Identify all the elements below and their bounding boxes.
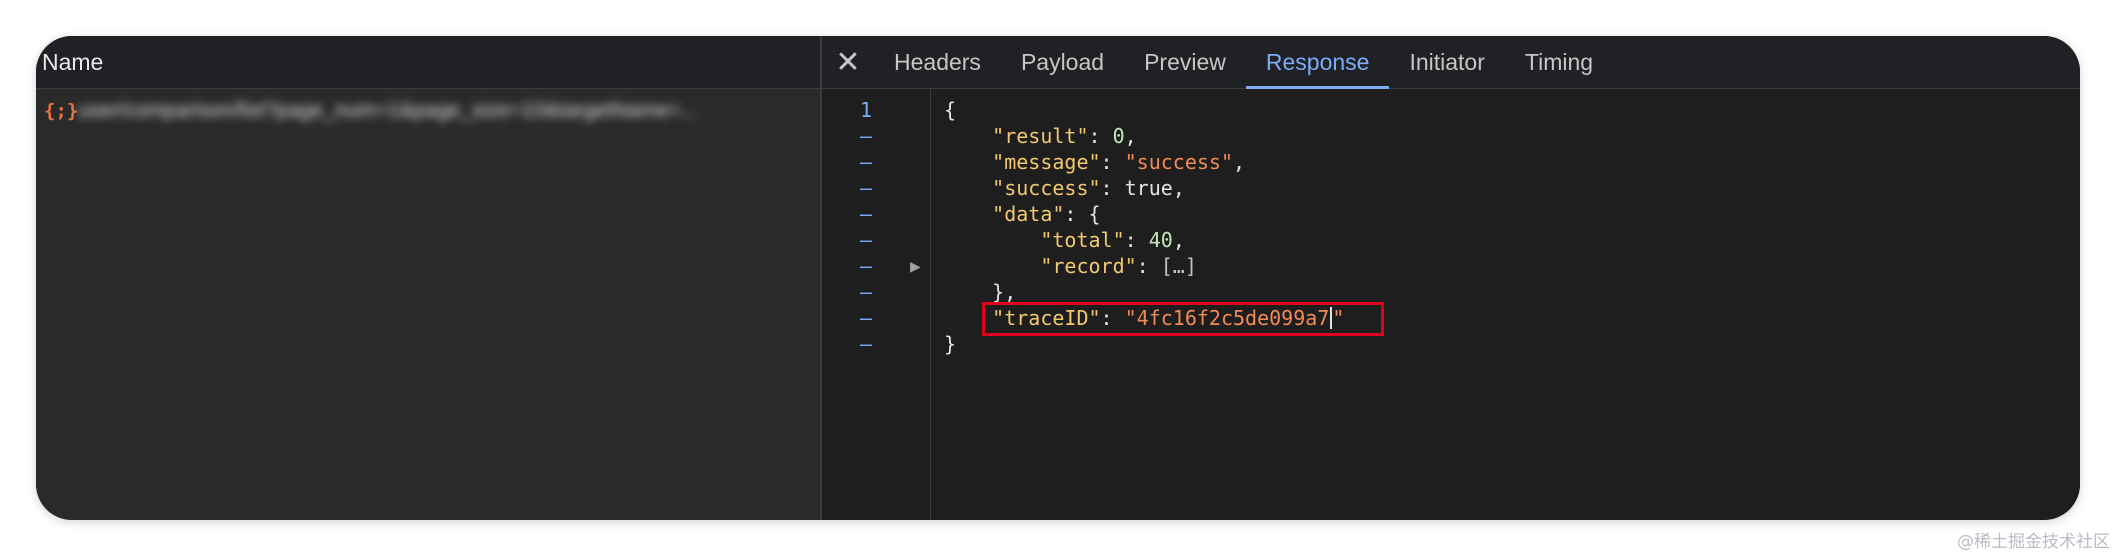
expand-arrow-icon[interactable]: ▶	[910, 253, 921, 279]
code-line: "data": {	[992, 202, 1101, 226]
json-value: 40	[1148, 228, 1173, 252]
code-line: "traceID": "4fc16f2c5de099a7 "	[992, 306, 1345, 330]
watermark: @稀土掘金技术社区	[1957, 532, 2110, 552]
json-key: "total"	[1040, 228, 1125, 252]
line-number: –	[859, 124, 873, 148]
code-line: }	[944, 332, 957, 356]
request-name: user/comparison/list?page_num=1&page_siz…	[78, 99, 699, 122]
close-icon[interactable]: ✕	[822, 36, 874, 88]
json-key: "traceID"	[992, 306, 1101, 330]
tab-initiator[interactable]: Initiator	[1389, 36, 1504, 88]
tab-payload[interactable]: Payload	[1001, 36, 1124, 88]
request-list-panel: Name {;} user/comparison/list?page_num=1…	[36, 36, 820, 520]
request-details-panel: ✕ Headers Payload Preview Response Initi…	[822, 36, 2080, 520]
code-line: "message": "success",	[992, 150, 1246, 174]
details-tabbar: ✕ Headers Payload Preview Response Initi…	[822, 36, 2080, 89]
code-line: "record": […]	[1040, 254, 1197, 278]
json-value: "4fc16f2c5de099a7	[1124, 306, 1330, 330]
json-key: "message"	[992, 150, 1101, 174]
devtools-window: Name {;} user/comparison/list?page_num=1…	[36, 36, 2080, 520]
json-key: "record"	[1040, 254, 1137, 278]
request-row[interactable]: {;} user/comparison/list?page_num=1&page…	[36, 89, 820, 133]
line-number: 1	[859, 98, 873, 122]
tab-response[interactable]: Response	[1245, 36, 1390, 89]
code-line: {	[944, 98, 957, 122]
line-number-gutter: 1 – – – – – – – – – ▶	[822, 89, 931, 520]
line-number: –	[859, 176, 873, 200]
line-number: –	[859, 332, 873, 356]
line-number: –	[859, 150, 873, 174]
line-number: –	[859, 254, 873, 278]
code-line: "result": 0,	[992, 124, 1137, 148]
json-value: 0	[1112, 124, 1125, 148]
tab-headers[interactable]: Headers	[874, 36, 1001, 88]
line-number: –	[859, 228, 873, 252]
code-line: "success": true,	[992, 176, 1185, 200]
json-value: "success"	[1124, 150, 1234, 174]
code-line: "total": 40,	[1040, 228, 1185, 252]
line-number: –	[859, 202, 873, 226]
name-column-header[interactable]: Name	[36, 36, 820, 89]
json-key: "result"	[992, 124, 1089, 148]
tab-timing[interactable]: Timing	[1505, 36, 1613, 88]
code-line: },	[992, 280, 1017, 304]
json-value: true	[1124, 176, 1173, 200]
collapsed-array[interactable]: […]	[1161, 254, 1197, 278]
json-key: "success"	[992, 176, 1101, 200]
line-number: –	[859, 280, 873, 304]
name-column-label: Name	[42, 48, 104, 75]
json-file-icon: {;}	[44, 100, 79, 122]
response-viewer[interactable]: 1 – – – – – – – – – ▶ { "result": 0, "me…	[822, 89, 2080, 520]
tab-preview[interactable]: Preview	[1124, 36, 1246, 88]
line-number: –	[859, 306, 873, 330]
json-key: "data"	[992, 202, 1065, 226]
